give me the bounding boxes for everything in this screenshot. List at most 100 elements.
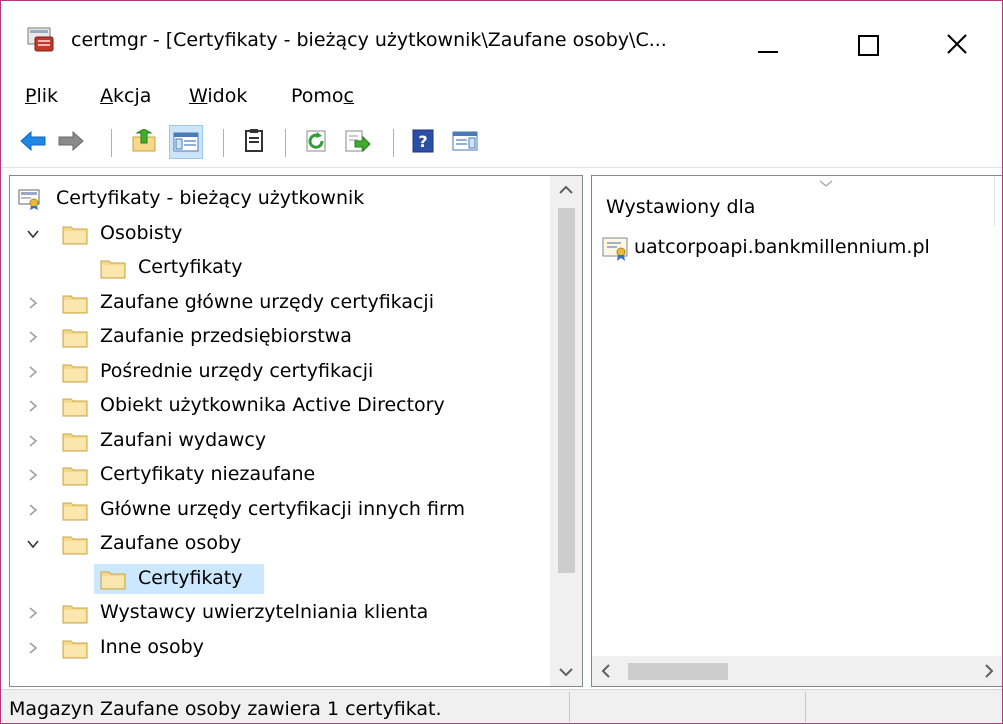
list-scroll-thumb[interactable] xyxy=(628,663,728,680)
column-header-issued-to[interactable]: Wystawiony dla xyxy=(592,176,992,230)
tree-scroll-thumb[interactable] xyxy=(558,208,575,573)
tree-item[interactable]: Pośrednie urzędy certyfikacji xyxy=(10,355,550,389)
up-one-level-button[interactable] xyxy=(129,125,161,157)
export-list-button[interactable] xyxy=(341,125,373,157)
folder-icon xyxy=(100,260,126,279)
menu-plik-label: lik xyxy=(36,85,59,107)
column-divider[interactable] xyxy=(994,176,995,226)
folder-icon xyxy=(62,329,88,348)
chevron-right-icon xyxy=(985,664,994,678)
certmgr-window: certmgr - [Certyfikaty - bieżący użytkow… xyxy=(0,0,1003,724)
tree-item[interactable]: Inne osoby xyxy=(10,631,550,665)
tree-item[interactable]: Zaufane osoby xyxy=(10,527,550,561)
menu-bar: Plik Akcja Widok Pomoc xyxy=(1,79,1002,119)
folder-icon xyxy=(62,364,88,382)
tree-item-label: Osobisty xyxy=(100,221,183,244)
chevron-right-icon[interactable] xyxy=(26,641,40,655)
tree-item-label: Zaufane główne urzędy certyfikacji xyxy=(100,290,434,313)
chevron-right-icon[interactable] xyxy=(26,606,40,620)
tree-item-label: Certyfikaty xyxy=(138,566,243,589)
tree-item[interactable]: Wystawcy uwierzytelniania klienta xyxy=(10,596,550,630)
chevron-down-icon[interactable] xyxy=(26,537,40,551)
clipboard-icon xyxy=(245,129,263,152)
certificate-store-icon xyxy=(18,189,40,210)
chevron-right-icon[interactable] xyxy=(26,503,40,517)
minimize-icon xyxy=(758,51,778,53)
menu-pomoc-label: Pomo xyxy=(291,85,344,107)
tree-item[interactable]: Zaufanie przedsiębiorstwa xyxy=(10,320,550,354)
maximize-icon xyxy=(858,35,879,56)
scroll-down-button[interactable] xyxy=(550,658,582,686)
folder-icon xyxy=(62,502,88,520)
folder-icon xyxy=(62,640,88,658)
chevron-right-icon[interactable] xyxy=(26,296,40,310)
scroll-up-button[interactable] xyxy=(550,176,582,204)
menu-akcja-accesskey: A xyxy=(100,85,113,107)
export-list-icon xyxy=(345,130,371,153)
tree-item-label: Pośrednie urzędy certyfikacji xyxy=(100,359,374,382)
menu-widok-label: idok xyxy=(207,85,248,107)
close-button[interactable] xyxy=(911,11,1001,71)
scroll-right-button[interactable] xyxy=(975,656,1002,686)
tree-item-label: Główne urzędy certyfikacji innych firm xyxy=(100,497,465,520)
menu-widok[interactable]: Widok xyxy=(189,85,247,107)
tree-pane[interactable]: Certyfikaty - bieżący użytkownik Osobisty… xyxy=(9,175,583,687)
forward-button[interactable] xyxy=(55,125,87,157)
tree-item[interactable]: Certyfikaty xyxy=(10,562,550,596)
menu-widok-accesskey: W xyxy=(189,85,208,107)
forward-arrow-icon xyxy=(58,130,84,152)
back-button[interactable] xyxy=(17,125,49,157)
tree-item[interactable]: Certyfikaty niezaufane xyxy=(10,458,550,492)
folder-icon xyxy=(62,467,88,486)
minimize-button[interactable] xyxy=(721,11,811,71)
clipboard-button[interactable] xyxy=(239,125,271,157)
title-bar[interactable]: certmgr - [Certyfikaty - bieżący użytkow… xyxy=(1,1,1002,73)
help-button[interactable]: ? xyxy=(407,125,439,157)
back-arrow-icon xyxy=(20,130,46,152)
maximize-button[interactable] xyxy=(821,11,911,71)
chevron-right-icon[interactable] xyxy=(26,434,40,448)
window-title: certmgr - [Certyfikaty - bieżący użytkow… xyxy=(71,29,667,51)
status-bar: Magazyn Zaufane osoby zawiera 1 certyfik… xyxy=(1,689,1002,723)
menu-plik-accesskey: P xyxy=(25,85,37,107)
chevron-right-icon[interactable] xyxy=(26,330,40,344)
tree-item[interactable]: Zaufane główne urzędy certyfikacji xyxy=(10,286,550,320)
folder-icon xyxy=(62,605,88,624)
toolbar-separator xyxy=(393,129,394,157)
tree-item-label: Certyfikaty niezaufane xyxy=(100,463,316,485)
properties-pane-icon xyxy=(452,131,478,151)
tree-item-label: Wystawcy uwierzytelniania klienta xyxy=(100,601,429,623)
refresh-button[interactable] xyxy=(301,125,333,157)
menu-pomoc-accesskey: c xyxy=(343,85,354,107)
tree-item-label: Zaufane osoby xyxy=(100,532,242,554)
chevron-down-icon[interactable] xyxy=(26,227,40,241)
menu-akcja[interactable]: Akcja xyxy=(100,85,151,107)
folder-icon xyxy=(100,571,126,589)
status-divider xyxy=(805,692,806,722)
folder-icon xyxy=(62,295,88,313)
chevron-left-icon xyxy=(601,664,610,678)
list-horizontal-scrollbar[interactable] xyxy=(592,656,1002,686)
menu-akcja-label: kcja xyxy=(113,85,152,107)
menu-pomoc[interactable]: Pomoc xyxy=(291,85,354,107)
properties-pane-button[interactable] xyxy=(449,125,481,157)
list-item[interactable]: uatcorpoapi.bankmillennium.pl xyxy=(602,234,992,264)
show-hide-tree-button[interactable] xyxy=(169,125,203,159)
tree-item[interactable]: Osobisty xyxy=(10,217,550,251)
tree-item[interactable]: Obiekt użytkownika Active Directory xyxy=(10,389,550,423)
tree-vertical-scrollbar[interactable] xyxy=(550,176,582,686)
scroll-left-button[interactable] xyxy=(592,656,620,686)
tree-item[interactable]: Główne urzędy certyfikacji innych firm xyxy=(10,493,550,527)
chevron-right-icon[interactable] xyxy=(26,365,40,379)
chevron-right-icon[interactable] xyxy=(26,468,40,482)
menu-plik[interactable]: Plik xyxy=(25,85,58,107)
chevron-right-icon[interactable] xyxy=(26,399,40,413)
tree-item[interactable]: Certyfikaty - bieżący użytkownik xyxy=(10,182,550,216)
toolbar-separator xyxy=(223,129,224,157)
tree-item[interactable]: Zaufani wydawcy xyxy=(10,424,550,458)
list-pane[interactable]: Wystawiony dla uatcorpoapi.bankmillenniu… xyxy=(591,175,1002,687)
folder-icon xyxy=(62,433,88,451)
tree-item[interactable]: Certyfikaty xyxy=(10,251,550,285)
folder-icon xyxy=(62,536,88,555)
column-header-label: Wystawiony dla xyxy=(606,196,756,218)
